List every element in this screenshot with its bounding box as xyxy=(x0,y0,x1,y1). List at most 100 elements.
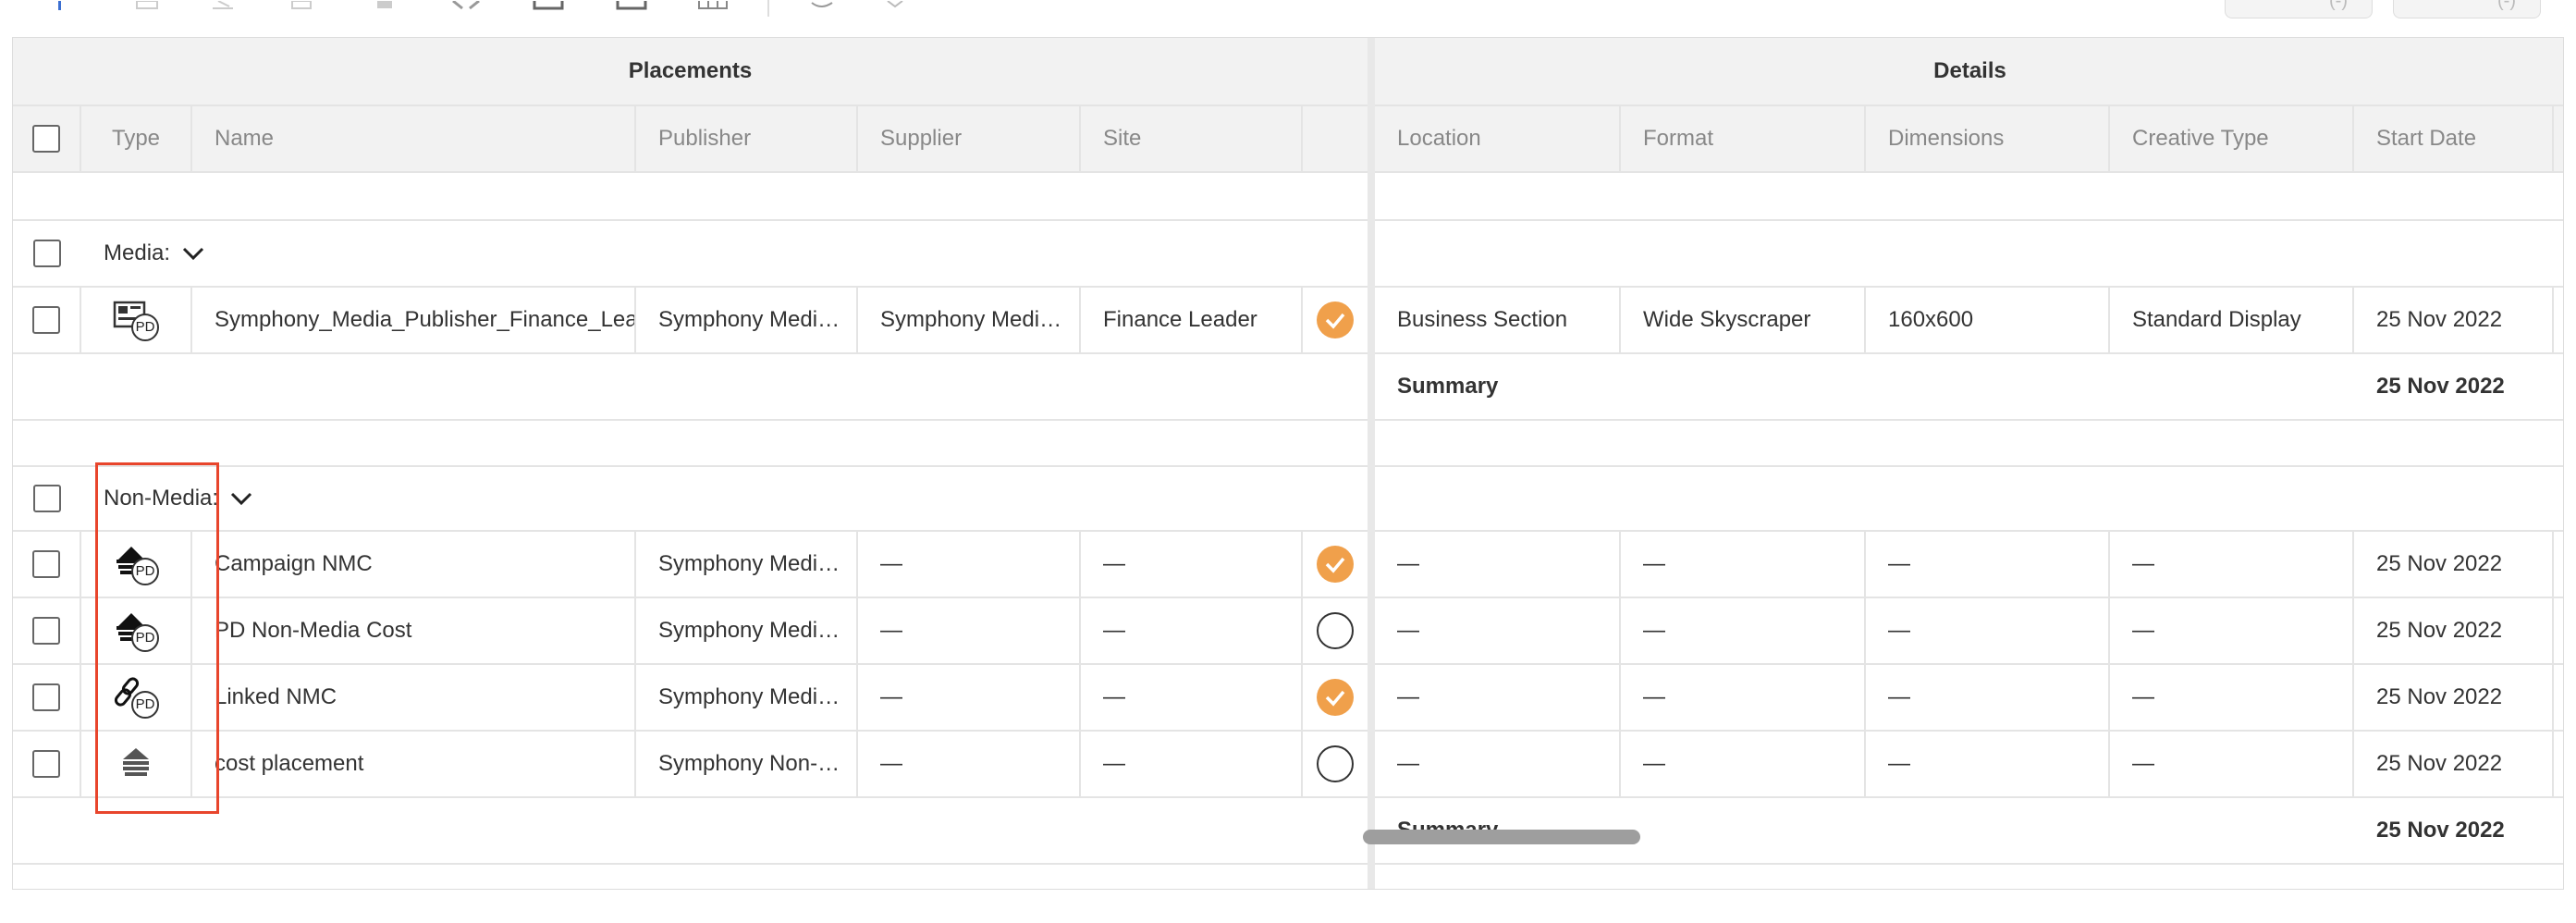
summary-row: Summary 25 Nov 2022 xyxy=(13,798,2563,865)
check-icon[interactable] xyxy=(1317,546,1354,583)
check-icon[interactable] xyxy=(1317,302,1354,338)
table-row[interactable]: PD Symphony_Media_Publisher_Finance_Lead… xyxy=(13,288,2563,354)
supplier-cell: — xyxy=(858,598,1081,663)
chevron-down-icon xyxy=(181,245,205,262)
column-header-status xyxy=(1303,106,1368,171)
table-row[interactable]: PD PD Non-Media Cost Symphony Medi… — — … xyxy=(13,598,2563,665)
toolbar-button-1-label: (-) xyxy=(2329,0,2348,11)
document-icon[interactable] xyxy=(135,0,166,9)
supplier-cell: — xyxy=(858,665,1081,730)
name-cell[interactable]: PD Non-Media Cost xyxy=(192,598,636,663)
column-header-format[interactable]: Format xyxy=(1621,106,1866,171)
type-cell: PD xyxy=(81,665,192,730)
site-cell: — xyxy=(1081,598,1303,663)
section-select-cell xyxy=(13,221,81,286)
pd-badge: PD xyxy=(131,314,159,341)
cost-pd-icon: PD xyxy=(113,609,159,652)
grid-icon[interactable] xyxy=(697,0,729,9)
supplier-cell: — xyxy=(858,732,1081,796)
row-checkbox[interactable] xyxy=(32,683,60,711)
group-header-row: Placements Details xyxy=(13,38,2563,106)
linked-pd-icon: PD xyxy=(113,676,159,719)
dimensions-cell: — xyxy=(1866,665,2110,730)
column-header-publisher[interactable]: Publisher xyxy=(636,106,858,171)
status-cell xyxy=(1303,732,1368,796)
select-all-cell xyxy=(13,106,81,171)
row-checkbox[interactable] xyxy=(32,306,60,334)
column-header-creative-type[interactable]: Creative Type xyxy=(2110,106,2354,171)
import-icon[interactable] xyxy=(616,0,647,10)
summary-row: Summary 25 Nov 2022 xyxy=(13,354,2563,421)
section-header-non-media: Non-Media: xyxy=(13,467,2563,532)
column-header-start-date[interactable]: Start Date xyxy=(2354,106,2554,171)
delete-icon[interactable] xyxy=(374,0,405,9)
start-date-cell: 25 Nov 2022 xyxy=(2354,288,2554,352)
section-select-cell xyxy=(13,467,81,530)
status-cell xyxy=(1303,288,1368,352)
export-icon[interactable] xyxy=(533,0,564,10)
pd-badge: PD xyxy=(131,558,159,585)
edit-icon[interactable] xyxy=(211,0,242,9)
close-icon[interactable] xyxy=(451,0,483,10)
row-select-cell xyxy=(13,665,81,730)
site-cell: — xyxy=(1081,665,1303,730)
publisher-cell: Symphony Medi… xyxy=(636,665,858,730)
column-header-site[interactable]: Site xyxy=(1081,106,1303,171)
location-cell: — xyxy=(1375,532,1621,597)
site-cell: — xyxy=(1081,732,1303,796)
copy-icon[interactable] xyxy=(290,0,322,9)
section-header-media: Media: xyxy=(13,221,2563,288)
display-pd-icon: PD xyxy=(113,299,159,341)
toolbar-button-2[interactable]: (-) xyxy=(2393,0,2541,18)
layers-icon[interactable] xyxy=(808,0,840,9)
publisher-cell: Symphony Medi… xyxy=(636,532,858,597)
toolbar-divider xyxy=(767,0,769,17)
section-non-media-checkbox[interactable] xyxy=(33,485,61,512)
name-cell[interactable]: cost placement xyxy=(192,732,636,796)
section-media-label: Media: xyxy=(104,240,171,265)
section-media-toggle[interactable]: Media: xyxy=(81,221,451,286)
start-date-cell: 25 Nov 2022 xyxy=(2354,598,2554,663)
name-cell[interactable]: Symphony_Media_Publisher_Finance_Lead xyxy=(192,288,636,352)
column-header-location[interactable]: Location xyxy=(1375,106,1621,171)
empty-circle-icon[interactable] xyxy=(1317,745,1354,782)
table-row[interactable]: cost placement Symphony Non-… — — — — — … xyxy=(13,732,2563,798)
section-media-checkbox[interactable] xyxy=(33,240,61,267)
row-checkbox[interactable] xyxy=(32,750,60,778)
row-select-cell xyxy=(13,532,81,597)
location-cell: Business Section xyxy=(1375,288,1621,352)
type-cell: PD xyxy=(81,598,192,663)
table-row[interactable]: PD Campaign NMC Symphony Medi… — — — — —… xyxy=(13,532,2563,598)
table-row[interactable]: PD Linked NMC Symphony Medi… — — — — — —… xyxy=(13,665,2563,732)
dimensions-cell: — xyxy=(1866,732,2110,796)
pane-splitter[interactable] xyxy=(1368,38,1375,889)
row-select-cell xyxy=(13,598,81,663)
toolbar-button-1[interactable]: (-) xyxy=(2225,0,2373,18)
chevron-down-icon xyxy=(229,490,253,507)
column-header-type[interactable]: Type xyxy=(81,106,192,171)
format-cell: — xyxy=(1621,532,1866,597)
row-select-cell xyxy=(13,732,81,796)
creative-type-cell: — xyxy=(2110,598,2354,663)
status-cell xyxy=(1303,598,1368,663)
location-cell: — xyxy=(1375,598,1621,663)
chevron-down-icon[interactable] xyxy=(884,0,915,9)
site-cell: Finance Leader xyxy=(1081,288,1303,352)
add-icon[interactable] xyxy=(54,0,85,10)
column-header-supplier[interactable]: Supplier xyxy=(858,106,1081,171)
supplier-cell: Symphony Medi… xyxy=(858,288,1081,352)
start-date-cell: 25 Nov 2022 xyxy=(2354,532,2554,597)
name-cell[interactable]: Campaign NMC xyxy=(192,532,636,597)
name-cell[interactable]: Linked NMC xyxy=(192,665,636,730)
select-all-checkbox[interactable] xyxy=(32,125,60,153)
column-header-dimensions[interactable]: Dimensions xyxy=(1866,106,2110,171)
column-header-name[interactable]: Name xyxy=(192,106,636,171)
location-cell: — xyxy=(1375,732,1621,796)
check-icon[interactable] xyxy=(1317,679,1354,716)
group-header-placements: Placements xyxy=(628,58,753,83)
section-non-media-toggle[interactable]: Non-Media: xyxy=(81,467,451,530)
horizontal-scrollbar[interactable] xyxy=(1363,830,1640,844)
row-checkbox[interactable] xyxy=(32,617,60,645)
row-checkbox[interactable] xyxy=(32,550,60,578)
empty-circle-icon[interactable] xyxy=(1317,612,1354,649)
